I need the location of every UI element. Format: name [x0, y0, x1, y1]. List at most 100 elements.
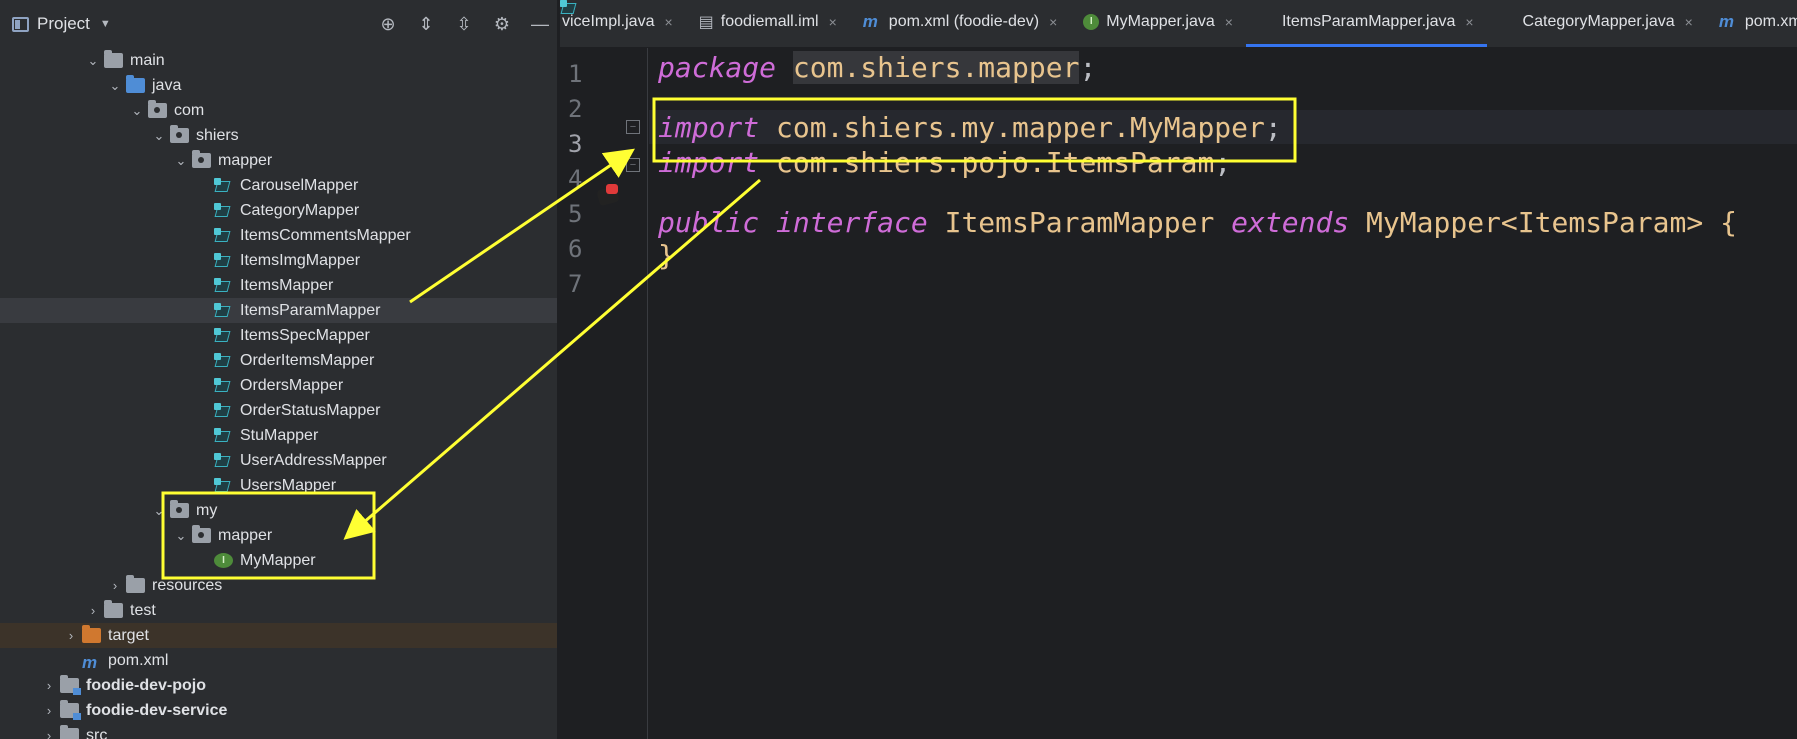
tree-item[interactable]: ItemsParamMapper	[0, 298, 557, 323]
tree-item[interactable]: ⌄ java	[0, 73, 557, 98]
chevron-right-icon[interactable]: ›	[38, 728, 60, 739]
code-line-3: import com.shiers.my.mapper.MyMapper;	[658, 110, 1282, 144]
package-icon	[192, 150, 211, 168]
code-line-4: import com.shiers.pojo.ItemsParam;	[658, 145, 1231, 179]
line-number: 4	[568, 165, 583, 193]
tree-item-label: CarouselMapper	[240, 176, 359, 194]
tree-item[interactable]: ItemsImgMapper	[0, 248, 557, 273]
close-icon[interactable]: ×	[1225, 14, 1233, 30]
tree-item-label: MyMapper	[240, 551, 316, 569]
maven-icon: m	[1718, 12, 1734, 31]
tree-item[interactable]: › foodie-dev-pojo	[0, 673, 557, 698]
code-editor[interactable]: 1 2 3 4 5 6 7 − − package com.shiers.map…	[560, 48, 1797, 739]
editor-tab[interactable]: viceImpl.java ×	[560, 0, 686, 47]
code-line-7: }	[658, 238, 675, 272]
chevron-down-icon[interactable]: ⌄	[148, 128, 170, 144]
tree-item-label: target	[108, 626, 149, 644]
line-number: 3	[568, 130, 583, 158]
chevron-down-icon[interactable]: ⌄	[82, 53, 104, 69]
tree-item-label: mapper	[218, 526, 273, 544]
tree-item[interactable]: ⌄ my	[0, 498, 557, 523]
tree-item-label: UserAddressMapper	[240, 451, 387, 469]
excluded-folder-icon	[82, 625, 101, 643]
tree-item[interactable]: ⌄ mapper	[0, 523, 557, 548]
tree-item[interactable]: OrdersMapper	[0, 373, 557, 398]
package-name: com.shiers.mapper	[792, 50, 1080, 84]
fold-marker-icon[interactable]: −	[626, 158, 640, 172]
tree-item[interactable]: m pom.xml	[0, 648, 557, 673]
editor-tab[interactable]: ▤ foodiemall.iml ×	[686, 0, 850, 47]
semicolon: ;	[1079, 50, 1097, 84]
tree-item[interactable]: › foodie-dev-service	[0, 698, 557, 723]
chevron-down-icon[interactable]: ⌄	[104, 78, 126, 94]
tree-item[interactable]: ItemsCommentsMapper	[0, 223, 557, 248]
editor-tab[interactable]: m pom.xml (foodie-dev) ×	[850, 0, 1070, 47]
expand-all-icon[interactable]: ⇕	[416, 14, 436, 35]
close-icon[interactable]: ×	[829, 14, 837, 30]
module-icon	[60, 700, 81, 720]
chevron-down-icon[interactable]: ⌄	[170, 528, 192, 544]
mybatis-mapper-icon	[214, 453, 233, 468]
editor-tab[interactable]: ItemsParamMapper.java ×	[1245, 0, 1487, 47]
tree-item-label: test	[130, 601, 156, 619]
tree-item[interactable]: OrderItemsMapper	[0, 348, 557, 373]
tree-item[interactable]: ItemsSpecMapper	[0, 323, 557, 348]
collapse-all-icon[interactable]: ⇳	[454, 14, 474, 35]
tree-item[interactable]: ⌄ main	[0, 48, 557, 73]
chevron-right-icon[interactable]: ›	[104, 578, 126, 593]
tree-item-label: ItemsImgMapper	[240, 251, 361, 269]
gear-icon[interactable]: ⚙	[492, 14, 512, 35]
tree-item-label: OrderItemsMapper	[240, 351, 375, 369]
tree-item[interactable]: StuMapper	[0, 423, 557, 448]
source-folder-icon	[126, 75, 145, 93]
tree-item[interactable]: UsersMapper	[0, 473, 557, 498]
tree-item-label: pom.xml	[108, 651, 169, 669]
tree-item[interactable]: I MyMapper	[0, 548, 557, 573]
close-icon[interactable]: ×	[1049, 14, 1057, 30]
tab-label: foodiemall.iml	[720, 13, 819, 30]
tree-item[interactable]: ItemsMapper	[0, 273, 557, 298]
tree-item[interactable]: ⌄ shiers	[0, 123, 557, 148]
editor-tab[interactable]: CategoryMapper.java ×	[1487, 0, 1706, 47]
mybatis-mapper-icon	[214, 378, 233, 393]
locate-icon[interactable]: ⊕	[378, 14, 398, 35]
tree-item[interactable]: CategoryMapper	[0, 198, 557, 223]
project-title: Project	[37, 14, 90, 33]
editor-tab[interactable]: I MyMapper.java ×	[1070, 0, 1246, 47]
editor-tab[interactable]: m pom.xml	[1706, 0, 1797, 47]
project-header[interactable]: Project ▼ ⊕ ⇕ ⇳ ⚙ —	[0, 0, 557, 48]
tree-item[interactable]: › target	[0, 623, 557, 648]
chevron-down-icon[interactable]: ⌄	[126, 103, 148, 119]
chevron-right-icon[interactable]: ›	[60, 628, 82, 643]
project-view-icon	[12, 16, 29, 32]
tree-item[interactable]: CarouselMapper	[0, 173, 557, 198]
chevron-right-icon[interactable]: ›	[82, 603, 104, 618]
mybatis-mapper-icon	[214, 478, 233, 493]
tree-item[interactable]: ⌄ mapper	[0, 148, 557, 173]
tree-item-label: foodie-dev-service	[86, 701, 228, 719]
close-icon[interactable]: ×	[664, 14, 672, 30]
mybatis-mapper-icon	[214, 228, 233, 243]
tree-item[interactable]: › src	[0, 723, 557, 739]
fold-marker-icon[interactable]: −	[626, 120, 640, 134]
line-number: 5	[568, 200, 583, 228]
tree-item[interactable]: ⌄ com	[0, 98, 557, 123]
tree-item[interactable]: UserAddressMapper	[0, 448, 557, 473]
tree-item[interactable]: OrderStatusMapper	[0, 398, 557, 423]
parent-type: MyMapper<ItemsParam>	[1366, 205, 1704, 239]
close-icon[interactable]: ×	[1465, 14, 1473, 30]
chevron-down-icon[interactable]: ▼	[100, 18, 111, 30]
close-icon[interactable]: ×	[1685, 14, 1693, 30]
chevron-down-icon[interactable]: ⌄	[170, 153, 192, 169]
chevron-down-icon[interactable]: ⌄	[148, 503, 170, 519]
minimize-icon[interactable]: —	[530, 14, 550, 35]
project-tool-window: Project ▼ ⊕ ⇕ ⇳ ⚙ — ⌄ main ⌄ java ⌄ com ⌄ shier…	[0, 0, 558, 739]
mybatis-mapper-gutter-icon[interactable]	[596, 182, 626, 212]
chevron-right-icon[interactable]: ›	[38, 678, 60, 693]
tree-item[interactable]: › resources	[0, 573, 557, 598]
chevron-right-icon[interactable]: ›	[38, 703, 60, 718]
mybatis-mapper-icon	[1500, 14, 1516, 30]
tree-item-label: com	[174, 101, 205, 119]
tree-item[interactable]: › test	[0, 598, 557, 623]
tree-item-label: foodie-dev-pojo	[86, 676, 206, 694]
